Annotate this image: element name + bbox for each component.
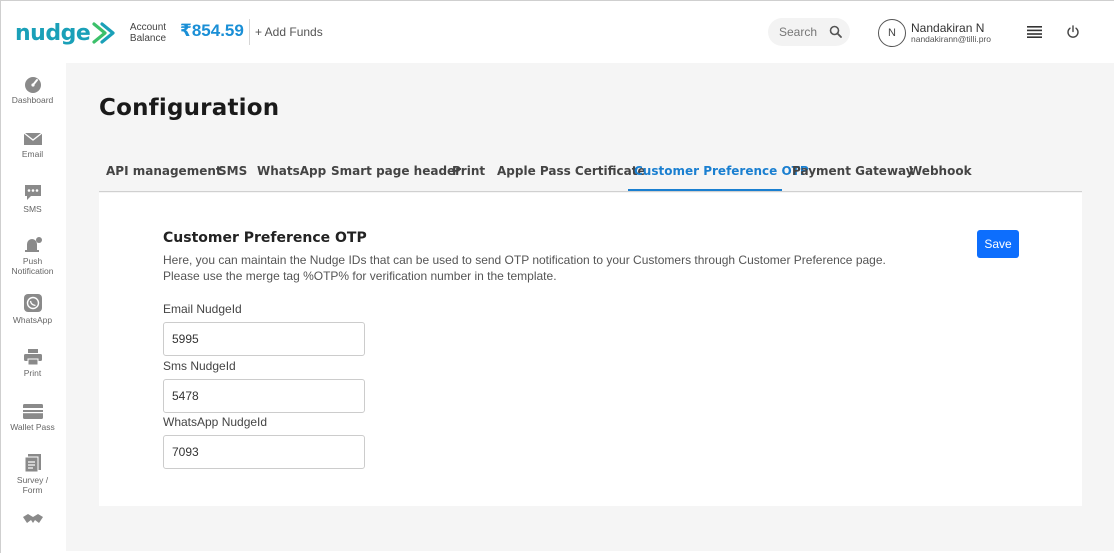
user-name: Nandakiran N [911,21,985,35]
sidebar: Dashboard Email SMS Push Notification Wh… [1,63,66,553]
sidebar-label-print: Print [23,368,42,378]
account-balance-value: ₹854.59 [180,21,244,40]
sms-nudgeid-label: Sms NudgeId [163,359,236,373]
account-balance-label: Account Balance [129,22,167,44]
survey-icon [24,454,41,473]
sidebar-item-dashboard[interactable]: Dashboard [1,75,64,106]
tab-webhook[interactable]: Webhook [909,164,972,178]
tab-whatsapp[interactable]: WhatsApp [257,164,326,178]
whatsapp-nudgeid-input[interactable] [163,435,365,469]
sidebar-item-email[interactable]: Email [1,131,64,160]
whatsapp-icon [23,294,42,312]
sidebar-label-email: Email [21,149,44,159]
section-title: Customer Preference OTP [163,230,367,246]
dashboard-icon [24,77,41,93]
sidebar-item-partner[interactable] [1,512,64,526]
sidebar-item-push-notification[interactable]: Push Notification [1,236,64,276]
printer-icon [23,349,42,366]
tab-print[interactable]: Print [452,164,485,178]
active-tab-indicator [628,189,782,191]
top-header: nudge Account Balance ₹854.59 + Add Fund… [1,1,1114,63]
logo-text: nudge [15,20,91,46]
email-nudgeid-input[interactable] [163,322,365,356]
sidebar-item-whatsapp[interactable]: WhatsApp [1,293,64,326]
tab-customer-preference-otp[interactable]: Customer Preference OTP [634,164,809,178]
sms-nudgeid-input[interactable] [163,379,365,413]
sidebar-label-dashboard: Dashboard [11,95,54,105]
nudge-logo[interactable]: nudge [15,18,117,48]
whatsapp-nudgeid-label: WhatsApp NudgeId [163,415,268,429]
sidebar-label-whatsapp: WhatsApp [12,315,53,325]
section-description: Here, you can maintain the Nudge IDs tha… [163,253,886,283]
wallet-icon [22,404,43,419]
user-email: nandakirann@tilli.pro [911,34,991,44]
sidebar-label-wallet: Wallet Pass [10,422,55,432]
config-tabs: API management SMS WhatsApp Smart page h… [99,151,1082,192]
user-avatar[interactable]: N [878,19,906,47]
logo-arrow-icon [92,22,115,44]
sidebar-label-sms: SMS [23,204,42,214]
sidebar-item-wallet-pass[interactable]: Wallet Pass [1,403,64,433]
header-divider [249,19,250,45]
otp-config-card: Customer Preference OTP Here, you can ma… [99,193,1082,506]
sidebar-item-print[interactable]: Print [1,348,64,379]
search-icon[interactable] [829,25,842,38]
save-button[interactable]: Save [977,230,1019,258]
handshake-icon [22,514,43,523]
search-input[interactable] [779,25,829,39]
search-box [768,18,850,46]
sidebar-label-survey: Survey / Form [16,475,49,495]
tab-sms[interactable]: SMS [218,164,247,178]
tab-smart-page-header[interactable]: Smart page header [331,164,461,178]
push-notification-icon [24,237,42,252]
tab-api-management[interactable]: API management [106,164,222,178]
sidebar-item-sms[interactable]: SMS [1,184,64,215]
sidebar-item-survey-form[interactable]: Survey / Form [1,453,64,495]
page-title: Configuration [99,95,280,121]
power-icon[interactable] [1066,25,1080,39]
add-funds-link[interactable]: + Add Funds [255,25,323,39]
sidebar-label-push: Push Notification [11,256,54,276]
hamburger-menu-icon[interactable] [1027,25,1042,38]
tab-apple-pass-certificate[interactable]: Apple Pass Certificate [497,164,646,178]
chat-bubble-icon [24,185,41,200]
envelope-icon [23,132,42,145]
email-nudgeid-label: Email NudgeId [163,302,242,316]
main-content: Configuration API management SMS WhatsAp… [66,63,1114,551]
tab-payment-gateway[interactable]: Payment Gateway [792,164,914,178]
